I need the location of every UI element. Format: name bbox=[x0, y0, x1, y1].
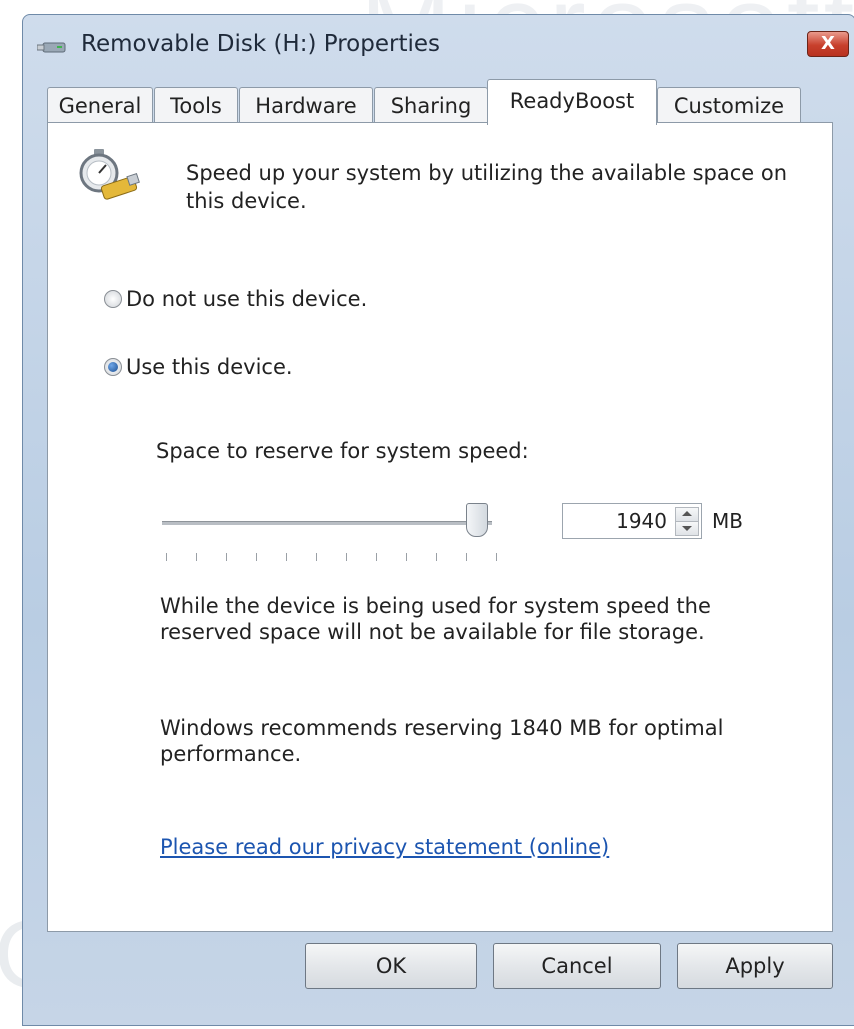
removable-drive-icon bbox=[37, 42, 66, 53]
slider-tick bbox=[286, 553, 287, 561]
radio-button-selected[interactable] bbox=[104, 358, 122, 376]
readyboost-description: Speed up your system by utilizing the av… bbox=[186, 161, 788, 213]
slider-tick bbox=[256, 553, 257, 561]
radio-do-not-use[interactable]: Do not use this device. bbox=[104, 287, 367, 311]
ok-button[interactable]: OK bbox=[305, 943, 477, 989]
radio-button[interactable] bbox=[104, 290, 122, 308]
reserve-space-label: Space to reserve for system speed: bbox=[156, 439, 529, 463]
tab-strip: General Tools Hardware Sharing ReadyBoos… bbox=[47, 77, 837, 125]
slider-tick bbox=[436, 553, 437, 561]
slider-tick bbox=[166, 553, 167, 561]
tab-readyboost[interactable]: ReadyBoost bbox=[487, 79, 657, 125]
readyboost-panel: Speed up your system by utilizing the av… bbox=[47, 122, 833, 932]
cancel-button[interactable]: Cancel bbox=[493, 943, 661, 989]
reserve-unit-label: MB bbox=[712, 509, 743, 533]
radio-use-device[interactable]: Use this device. bbox=[104, 355, 293, 379]
slider-tick bbox=[496, 553, 497, 561]
close-button[interactable]: X bbox=[807, 31, 849, 57]
apply-button[interactable]: Apply bbox=[677, 943, 833, 989]
spin-down-icon[interactable] bbox=[675, 521, 699, 536]
slider-tick bbox=[466, 553, 467, 561]
window-title: Removable Disk (H:) Properties bbox=[81, 31, 440, 57]
reserve-slider-thumb[interactable] bbox=[465, 503, 488, 537]
tab-hardware[interactable]: Hardware bbox=[239, 87, 373, 124]
properties-window: Removable Disk (H:) Properties X General… bbox=[22, 14, 854, 1026]
radio-label: Do not use this device. bbox=[126, 287, 368, 311]
reserve-slider-track[interactable] bbox=[162, 521, 492, 525]
readyboost-stopwatch-icon bbox=[79, 149, 140, 200]
tab-sharing[interactable]: Sharing bbox=[374, 87, 488, 124]
slider-tick bbox=[406, 553, 407, 561]
recommendation-text: Windows recommends reserving 1840 MB for… bbox=[160, 716, 724, 766]
reserve-size-value[interactable]: 1940 bbox=[563, 504, 667, 538]
privacy-statement-link[interactable]: Please read our privacy statement (onlin… bbox=[160, 835, 609, 859]
tab-tools[interactable]: Tools bbox=[154, 87, 238, 124]
slider-tick bbox=[226, 553, 227, 561]
slider-tick bbox=[346, 553, 347, 561]
title-bar[interactable]: Removable Disk (H:) Properties X bbox=[23, 15, 854, 77]
radio-label: Use this device. bbox=[126, 355, 293, 379]
spin-buttons bbox=[675, 507, 699, 536]
reserve-size-spinbox[interactable]: 1940 bbox=[562, 503, 702, 539]
slider-tick bbox=[316, 553, 317, 561]
storage-note: While the device is being used for syste… bbox=[160, 594, 711, 644]
slider-ticks bbox=[166, 553, 497, 561]
slider-tick bbox=[196, 553, 197, 561]
tab-customize[interactable]: Customize bbox=[657, 87, 801, 124]
slider-tick bbox=[376, 553, 377, 561]
tab-general[interactable]: General bbox=[47, 87, 153, 124]
spin-up-icon[interactable] bbox=[675, 507, 699, 522]
